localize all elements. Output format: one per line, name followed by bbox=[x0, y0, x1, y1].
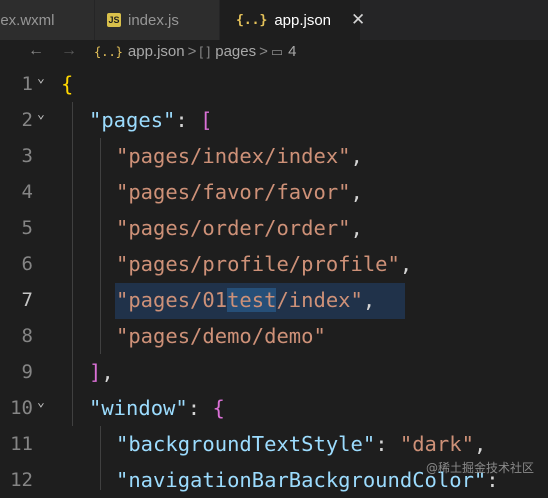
back-arrow-icon[interactable]: ← bbox=[28, 42, 44, 60]
close-bracket: ] bbox=[89, 360, 102, 384]
json-key: "window" bbox=[89, 396, 188, 420]
tab-label: dex.wxml bbox=[0, 11, 55, 29]
line-number: 10 bbox=[10, 397, 33, 419]
code-line: 8 "pages/demo/demo" bbox=[0, 318, 548, 354]
code-line: 5 "pages/order/order", bbox=[0, 210, 548, 246]
line-number: 11 bbox=[10, 433, 33, 455]
colon: : bbox=[187, 396, 213, 420]
array-item-icon: ▭ bbox=[270, 43, 284, 59]
tab-app-json[interactable]: {..} app.json ✕ bbox=[220, 0, 365, 40]
code-line: 4 "pages/favor/favor", bbox=[0, 174, 548, 210]
comma: , bbox=[350, 144, 363, 168]
line-number: 8 bbox=[21, 325, 33, 347]
tab-label: app.json bbox=[274, 11, 332, 29]
line-number: 1 bbox=[21, 73, 33, 95]
chevron-right-icon: > bbox=[259, 43, 268, 60]
breadcrumb: ← → {..} app.json > [ ] pages > ▭ 4 bbox=[0, 40, 548, 66]
line-number: 5 bbox=[21, 217, 33, 239]
code-line: 3 "pages/index/index", bbox=[0, 138, 548, 174]
json-string: "pages/demo/demo" bbox=[116, 324, 326, 348]
fold-chevron-icon[interactable]: ⌄ bbox=[37, 66, 45, 92]
array-icon: [ ] bbox=[199, 44, 211, 59]
comma: , bbox=[473, 432, 487, 456]
json-file-icon: {..} bbox=[236, 12, 268, 28]
json-string: "pages/index/index" bbox=[116, 144, 351, 168]
comma: , bbox=[101, 360, 114, 384]
json-string: "pages/order/order" bbox=[116, 216, 351, 240]
colon: : bbox=[375, 432, 400, 456]
line-number: 6 bbox=[21, 253, 33, 275]
line-number: 2 bbox=[21, 109, 33, 131]
code-line-current: 7 "pages/01test/index", bbox=[0, 282, 548, 318]
open-brace: { bbox=[212, 396, 225, 420]
watermark: @稀土掘金技术社区 bbox=[425, 461, 534, 475]
comma: , bbox=[399, 252, 413, 276]
fold-chevron-icon[interactable]: ⌄ bbox=[37, 390, 45, 416]
comma: , bbox=[350, 180, 363, 204]
open-bracket: [ bbox=[200, 108, 213, 132]
code-line: 2 ⌄ "pages": [ bbox=[0, 102, 548, 138]
line-number: 4 bbox=[21, 181, 33, 203]
open-brace: { bbox=[61, 72, 74, 96]
breadcrumb-segment-pages[interactable]: pages bbox=[215, 43, 256, 60]
close-tab-icon[interactable]: ✕ bbox=[351, 10, 365, 30]
tab-index-js[interactable]: JS index.js bbox=[95, 0, 219, 40]
tab-index-wxml[interactable]: dex.wxml bbox=[0, 0, 94, 40]
line-number: 7 bbox=[21, 289, 33, 311]
comma: , bbox=[362, 288, 376, 312]
code-line: 9 ], bbox=[0, 354, 548, 390]
breadcrumb-file[interactable]: app.json bbox=[128, 43, 185, 60]
line-number: 3 bbox=[21, 145, 33, 167]
breadcrumb-path: {..} app.json > [ ] pages > ▭ 4 bbox=[94, 43, 297, 60]
json-string: "pages/profile/profile" bbox=[116, 252, 400, 276]
json-file-icon: {..} bbox=[94, 44, 123, 59]
json-key: "backgroundTextStyle" bbox=[116, 432, 376, 456]
line-number: 9 bbox=[21, 361, 33, 383]
json-string: "dark" bbox=[399, 432, 474, 456]
json-string: "pages/favor/favor" bbox=[116, 180, 351, 204]
chevron-right-icon: > bbox=[187, 43, 197, 60]
code-line: 10 ⌄ "window": { bbox=[0, 390, 548, 426]
code-line: 1 ⌄ { bbox=[0, 66, 548, 102]
code-line: 11 "backgroundTextStyle": "dark", bbox=[0, 426, 548, 462]
breadcrumb-segment-index[interactable]: 4 bbox=[288, 43, 296, 60]
text-selection[interactable]: test bbox=[227, 288, 277, 312]
comma: , bbox=[350, 216, 363, 240]
line-number: 12 bbox=[10, 469, 33, 491]
forward-arrow-icon[interactable]: → bbox=[61, 42, 77, 60]
code-line: 6 "pages/profile/profile", bbox=[0, 246, 548, 282]
fold-chevron-icon[interactable]: ⌄ bbox=[37, 102, 45, 128]
json-key: "pages" bbox=[89, 108, 176, 132]
tab-bar: dex.wxml JS index.js {..} app.json ✕ bbox=[0, 0, 548, 40]
tab-label: index.js bbox=[128, 11, 179, 29]
code-editor[interactable]: 1 ⌄ { 2 ⌄ "pages": [ 3 "pages/index/inde… bbox=[0, 66, 548, 492]
json-string: /index" bbox=[276, 288, 363, 312]
json-string: "pages/01 bbox=[116, 288, 228, 312]
javascript-file-icon: JS bbox=[107, 13, 121, 27]
colon: : bbox=[175, 108, 201, 132]
